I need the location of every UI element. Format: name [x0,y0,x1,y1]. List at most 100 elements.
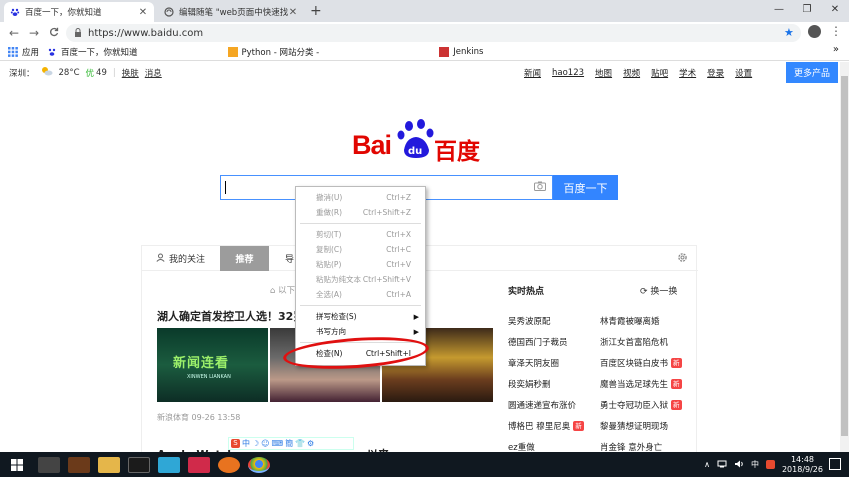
hot-item[interactable]: 林青霞被曝离婚 [600,310,692,331]
windows-start-icon[interactable] [0,458,34,471]
bookmark-baidu[interactable]: 百度一下，你就知道 [47,46,138,58]
ime-skin-icon[interactable]: 👕 [295,439,305,448]
hot-item[interactable]: 博格巴 穆里尼奥新 [508,415,600,436]
hot-item[interactable]: 百度区块链白皮书新 [600,352,692,373]
home-icon: ⌂ [270,286,276,296]
tab-nav[interactable]: 导 [285,246,294,271]
screen: 百度一下，你就知道 ✕ 编辑随笔 "web页面中快速找到" ✕ + — ❐ ✕ … [0,0,849,477]
camera-icon[interactable] [534,181,546,193]
menu-item-paste[interactable]: 粘贴(P) Ctrl+V [296,257,425,272]
taskbar-app-icon[interactable] [188,456,210,473]
news-image-1: 新闻连看 XINWEN LIANKAN [157,328,269,402]
bookmark-label: 应用 [22,48,40,58]
hot-item[interactable]: 浙江女首富陷危机 [600,331,692,352]
account-avatar-icon[interactable] [808,25,821,38]
skin-link[interactable]: 换肤 [122,67,139,79]
baidu-logo[interactable]: Bai du 百度 [352,118,492,166]
address-bar[interactable]: https://www.baidu.com [66,24,801,42]
bookmark-label: Python - 网站分类 - [241,48,320,58]
ime-halfwidth-icon[interactable]: ☽ [252,439,259,448]
vertical-scrollbar[interactable] [840,62,849,452]
nav-settings[interactable]: 设置 [735,67,752,79]
new-tab-button[interactable]: + [310,3,322,19]
volume-icon[interactable] [734,460,744,470]
refresh-tip: ⌂ 以下 [270,286,296,296]
network-icon[interactable] [717,460,727,470]
hot-list: 吴秀波原配 林青霞被曝离婚 德国西门子裁员 浙江女首富陷危机 章泽天阴友圈 百度… [508,310,698,457]
tab-recommend[interactable]: 推荐 [220,246,269,271]
swap-button[interactable]: ⟳ 换一换 [640,284,677,297]
bookmark-python[interactable]: Python - 网站分类 - [227,46,320,58]
folder-icon[interactable] [98,456,120,473]
bookmark-jenkins[interactable]: Jenkins [439,47,483,57]
hot-item[interactable]: 章泽天阴友圈 [508,352,600,373]
message-link[interactable]: 消息 [145,67,162,79]
chrome-icon[interactable] [248,456,270,473]
scrollbar-thumb[interactable] [841,76,848,436]
search-button[interactable]: 百度一下 [553,175,618,200]
tab-editor[interactable]: 编辑随笔 "web页面中快速找到" ✕ [158,2,304,22]
taskbar-app-icon[interactable] [38,456,60,473]
hot-item[interactable]: 黎曼猜想证明现场 [600,415,692,436]
taskbar-app-icon[interactable] [158,456,180,473]
clock[interactable]: 14:48 2018/9/26 [782,455,823,475]
notification-icon[interactable] [829,458,841,470]
nav-tieba[interactable]: 贴吧 [651,67,668,79]
hot-item[interactable]: 魔兽当选足球先生新 [600,373,692,394]
ime-simplified-icon[interactable]: 簡 [285,438,293,449]
nav-map[interactable]: 地图 [595,67,612,79]
tab-baidu[interactable]: 百度一下，你就知道 ✕ [4,2,154,22]
menu-separator [300,223,421,224]
menu-item-cut[interactable]: 剪切(T) Ctrl+X [296,227,425,242]
baidu-top-bar: 深圳： 28°C 优 49 | 换肤 消息 新闻 hao123 地图 视频 贴吧… [0,62,849,83]
hot-item[interactable]: 勇士夺冠功臣入狱新 [600,394,692,415]
close-window-button[interactable]: ✕ [821,0,849,22]
hot-item[interactable]: 德国西门子裁员 [508,331,600,352]
gear-icon[interactable] [677,252,688,266]
hot-item[interactable]: 吴秀波原配 [508,310,600,331]
reload-button[interactable] [44,26,64,40]
jenkins-icon [439,47,450,57]
tab-my-follow[interactable]: 我的关注 [156,246,205,271]
more-products-button[interactable]: 更多产品 [786,62,838,83]
nav-video[interactable]: 视频 [623,67,640,79]
ime-settings-icon[interactable]: ⚙ [307,439,314,448]
menu-item-paste-plain[interactable]: 粘贴为纯文本 Ctrl+Shift+V [296,272,425,287]
tab-label: 我的关注 [169,255,206,265]
news-headline[interactable]: 湖人确定首发控卫人选！32岁 [157,308,304,324]
chrome-menu-icon[interactable]: ⋮ [830,24,842,38]
nav-xueshu[interactable]: 学术 [679,67,696,79]
forward-button[interactable]: → [24,26,44,40]
firefox-icon[interactable] [218,456,240,473]
nav-login[interactable]: 登录 [707,67,724,79]
svg-text:du: du [408,146,422,157]
tray-chevron-icon[interactable]: ∧ [704,460,710,469]
taskbar-app-icon[interactable] [68,456,90,473]
sogou-tray-icon[interactable] [765,460,775,469]
tab-close-icon[interactable]: ✕ [288,7,298,18]
menu-item-redo[interactable]: 重做(R) Ctrl+Shift+Z [296,205,425,220]
bookmark-star-icon[interactable]: ★ [784,26,794,39]
menu-item-undo[interactable]: 撤消(U) Ctrl+Z [296,190,425,205]
ime-chinese-mode[interactable]: 中 [242,438,250,449]
bookmark-apps[interactable]: 应用 [8,46,39,58]
ime-emoji-icon[interactable]: ☺ [261,439,269,448]
ime-indicator[interactable]: 中 [751,459,759,470]
ime-keyboard-icon[interactable]: ⌨ [272,439,284,448]
back-button[interactable]: ← [4,26,24,40]
menu-item-spellcheck[interactable]: 拼写检查(S) ▶ [296,309,425,324]
nav-news[interactable]: 新闻 [524,67,541,79]
terminal-icon[interactable] [128,456,150,473]
image-subtitle: XINWEN LIANKAN [187,374,231,380]
restore-button[interactable]: ❐ [793,0,821,22]
sogou-icon[interactable]: S [231,439,240,448]
hot-item[interactable]: 圆通速递宣布涨价 [508,394,600,415]
refresh-icon: ⟳ [640,287,648,297]
hot-item[interactable]: 段奕娟秒删 [508,373,600,394]
nav-hao123[interactable]: hao123 [552,68,584,78]
menu-item-select-all[interactable]: 全选(A) Ctrl+A [296,287,425,302]
bookmarks-overflow-icon[interactable]: » [833,44,839,55]
menu-item-copy[interactable]: 复制(C) Ctrl+C [296,242,425,257]
minimize-button[interactable]: — [765,0,793,22]
tab-close-icon[interactable]: ✕ [138,7,148,18]
